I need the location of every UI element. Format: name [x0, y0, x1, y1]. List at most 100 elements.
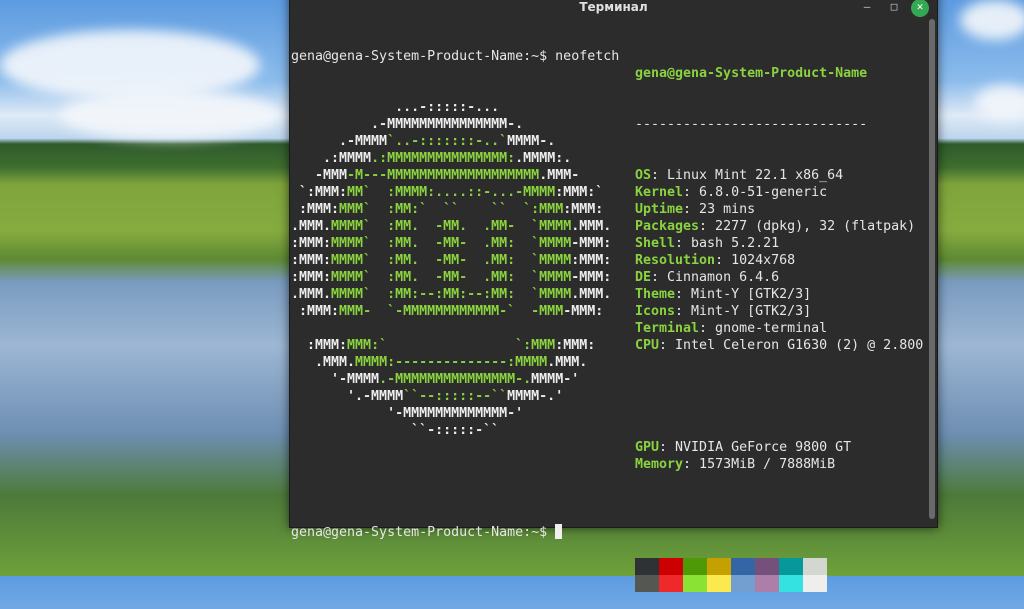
- ascii-line: '-MMMM.-MMMMMMMMMMMMMMM-.MMMM-': [291, 371, 619, 388]
- color-swatch: [659, 558, 683, 575]
- ascii-segment: MMMM-.: [507, 134, 556, 149]
- ascii-segment: .MMM.: [291, 219, 332, 234]
- color-swatch: [779, 558, 803, 575]
- ascii-line: '.-MMMM``--:::::--``MMMM-.': [291, 388, 619, 405]
- info-value: : gnome-terminal: [699, 321, 828, 336]
- info-row: Shell: bash 5.2.21: [635, 235, 923, 252]
- ascii-segment: .MMM.: [571, 287, 612, 302]
- ascii-segment: MMMM:--------------:MMMM: [355, 355, 548, 370]
- info-row: Memory: 1573MiB / 7888MiB: [635, 456, 923, 473]
- ascii-segment: MM` :MMMM:....::-...-MMMM: [347, 185, 556, 200]
- maximize-button[interactable]: □: [887, 1, 901, 15]
- info-label: Kernel: [635, 185, 684, 200]
- ascii-segment: '-MMMMMMMMMMMMM-': [291, 406, 524, 421]
- ascii-segment: .MMM-: [539, 168, 580, 183]
- command-line: gena@gena-System-Product-Name:~$ neofetc…: [291, 49, 620, 64]
- color-swatch: [659, 575, 683, 592]
- ascii-line: -MMM-M---MMMMMMMMMMMMMMMMMMM.MMM-: [291, 167, 619, 184]
- color-swatch: [683, 575, 707, 592]
- ascii-segment: .MMMM:.: [515, 151, 572, 166]
- ascii-segment: MMM:` `:MMM: [347, 338, 556, 353]
- info-row: OS: Linux Mint 22.1 x86_64: [635, 167, 923, 184]
- info-row: CPU: Intel Celeron G1630 (2) @ 2.800: [635, 337, 923, 354]
- system-info: gena@gena-System-Product-Name ----------…: [635, 31, 923, 609]
- ascii-segment: .-MMMMMMMMMMMMMMM-.: [291, 117, 524, 132]
- color-palette: [635, 558, 827, 592]
- info-label: Shell: [635, 236, 676, 251]
- ascii-segment: :MMM:: [555, 338, 596, 353]
- ascii-line: .MMM.MMMM` :MM:--:MM:--:MM: `MMMM.MMM.: [291, 286, 619, 303]
- info-row: Uptime: 23 mins: [635, 201, 923, 218]
- separator: -----------------------------: [635, 117, 868, 132]
- color-swatch: [731, 558, 755, 575]
- color-swatch: [755, 575, 779, 592]
- close-button[interactable]: ✕: [911, 0, 929, 17]
- ascii-line: :MMM:MMM:` `:MMM:MMM:: [291, 337, 619, 354]
- info-label: CPU: [635, 338, 660, 353]
- ascii-segment: MMM` :MM:` `` `` `:MMM: [339, 202, 564, 217]
- ascii-segment: .:MMMMMMMMMMMMMMM:: [371, 151, 516, 166]
- title-bar[interactable]: Терминал – □ ✕: [290, 0, 937, 17]
- info-label: Packages: [635, 219, 700, 234]
- prompt-line[interactable]: gena@gena-System-Product-Name:~$: [291, 524, 619, 541]
- ascii-line: .-MMMMMMMMMMMMMMM-.: [291, 116, 619, 133]
- ascii-line: :MMM:MMMM` :MM. -MM- .MM: `MMMM:MMM:: [291, 252, 619, 269]
- ascii-segment: -MMM:: [571, 236, 612, 251]
- ascii-line: '-MMMMMMMMMMMMM-': [291, 405, 619, 422]
- ascii-segment: MMMM` :MM. -MM- .MM: `MMMM: [331, 270, 572, 285]
- info-value: : Cinnamon 6.4.6: [651, 270, 780, 285]
- info-value: : bash 5.2.21: [675, 236, 780, 251]
- scrollbar[interactable]: [929, 19, 935, 519]
- info-row: Packages: 2277 (dpkg), 32 (flatpak): [635, 218, 923, 235]
- ascii-segment: :MMM:: [291, 202, 340, 217]
- ascii-line: :MMM:MMM` :MM:` `` `` `:MMM:MMM:: [291, 201, 619, 218]
- ascii-line: :MMM:MMMM` :MM. -MM- .MM: `MMMM-MMM:: [291, 235, 619, 252]
- ascii-segment: :MMM:: [291, 236, 332, 251]
- ascii-logo: ...-:::::-... .-MMMMMMMMMMMMMMM-. .-MMMM…: [291, 99, 619, 439]
- color-swatch: [635, 575, 659, 592]
- ascii-line: :MMM:MMM- `-MMMMMMMMMMMM-` -MMM-MMM:: [291, 303, 619, 320]
- ascii-segment: .MMM.: [291, 287, 332, 302]
- ascii-line: .MMM.MMMM` :MM. -MM. .MM- `MMMM.MMM.: [291, 218, 619, 235]
- ascii-segment: :MMM:: [291, 304, 340, 319]
- ascii-segment: .MMM.: [547, 355, 588, 370]
- info-value: : 23 mins: [683, 202, 756, 217]
- info-row: Kernel: 6.8.0-51-generic: [635, 184, 923, 201]
- ascii-segment: -MMM:: [563, 304, 604, 319]
- ascii-line: .MMM.MMMM:--------------:MMMM.MMM.: [291, 354, 619, 371]
- ascii-segment: ``-:::::-``: [291, 423, 500, 438]
- info-label: Uptime: [635, 202, 684, 217]
- ascii-segment: '.-MMMM: [291, 389, 404, 404]
- cloud: [960, 0, 1024, 40]
- ascii-line: ``-:::::-``: [291, 422, 619, 439]
- info-label: Memory: [635, 457, 684, 472]
- ascii-segment: .:MMMM: [291, 151, 372, 166]
- info-row: Terminal: gnome-terminal: [635, 320, 923, 337]
- minimize-button[interactable]: –: [860, 1, 874, 15]
- window-title: Терминал: [579, 0, 648, 14]
- ascii-segment: -MMM: [291, 168, 348, 183]
- ascii-segment: MMMM` :MM. -MM. .MM- `MMMM: [331, 219, 572, 234]
- color-swatch: [707, 575, 731, 592]
- info-label: DE: [635, 270, 652, 285]
- ascii-segment: :MMM:: [291, 270, 332, 285]
- ascii-segment: :MMM:: [571, 253, 612, 268]
- ascii-segment: .-MMMM: [291, 134, 388, 149]
- ascii-segment: MMMM` :MM. -MM- .MM: `MMMM: [331, 253, 572, 268]
- info-row: Theme: Mint-Y [GTK2/3]: [635, 286, 923, 303]
- color-swatch: [803, 575, 827, 592]
- info-value: : 1024x768: [715, 253, 796, 268]
- ascii-segment: MMMM` :MM:--:MM:--:MM: `MMMM: [331, 287, 572, 302]
- cloud: [975, 85, 1024, 120]
- info-label: Icons: [635, 304, 676, 319]
- info-row: Icons: Mint-Y [GTK2/3]: [635, 303, 923, 320]
- ascii-line: ​: [291, 320, 619, 337]
- ascii-segment: :MMM:: [291, 253, 332, 268]
- color-swatch: [803, 558, 827, 575]
- ascii-segment: .MMM.: [291, 355, 356, 370]
- color-swatch: [731, 575, 755, 592]
- ascii-line: .-MMMM`..-:::::::-..`MMMM-.: [291, 133, 619, 150]
- info-value: : Intel Celeron G1630 (2) @ 2.800: [659, 338, 924, 353]
- info-value: : 2277 (dpkg), 32 (flatpak): [699, 219, 916, 234]
- color-swatch: [635, 558, 659, 575]
